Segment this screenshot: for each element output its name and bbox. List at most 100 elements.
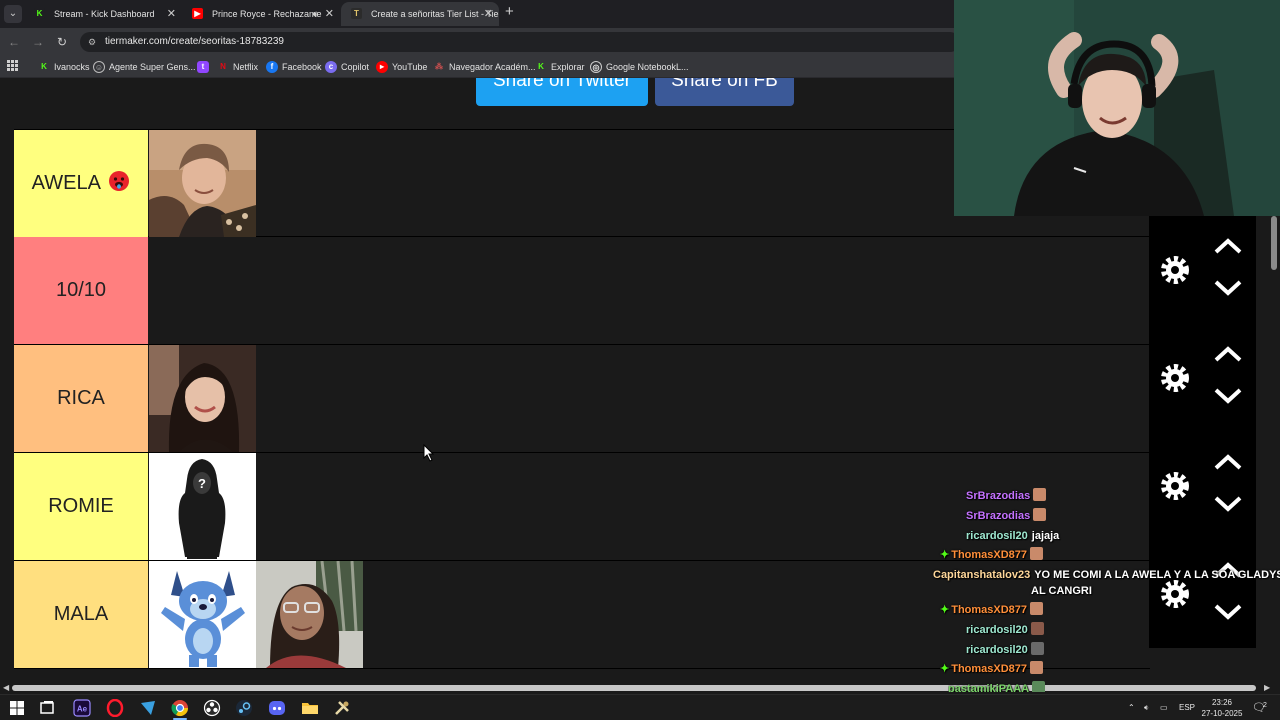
- tier-label-text: MALA: [53, 603, 109, 625]
- youtube-icon: ▸: [376, 61, 388, 73]
- bookmark-navegador[interactable]: ⁂ Navegador Académ...: [433, 60, 536, 74]
- opera-icon[interactable]: [106, 699, 124, 717]
- close-tab-icon[interactable]: ✕: [167, 2, 176, 26]
- chevron-down-icon[interactable]: [1213, 386, 1243, 406]
- tab-search-icon[interactable]: ⌄: [4, 5, 22, 23]
- chat-username: ricardosil20: [966, 624, 1028, 636]
- tier-label[interactable]: ROMIE: [14, 453, 148, 560]
- bookmark-label: Netflix: [233, 62, 259, 72]
- new-tab-icon[interactable]: +: [505, 3, 514, 20]
- tier-item-grandmother-photo[interactable]: [149, 130, 256, 237]
- bookmark-twitch[interactable]: t: [197, 60, 213, 74]
- sparkle-badge-icon: ✦: [940, 549, 950, 561]
- after-effects-icon[interactable]: Ae: [73, 699, 91, 717]
- share-fb-label: Share on FB: [671, 78, 778, 91]
- bookmark-agente[interactable]: ☺ Agente Super Gens...: [93, 60, 196, 74]
- tab-kick-dashboard[interactable]: K Stream - Kick Dashboard ✕: [24, 2, 182, 26]
- bookmark-explorar[interactable]: K Explorar: [535, 60, 584, 74]
- tier-item-bluey[interactable]: [149, 561, 256, 668]
- chevron-down-icon[interactable]: [1213, 278, 1243, 298]
- clock-time: 23:26: [1211, 698, 1233, 707]
- share-twitter-label: Share on Twitter: [492, 78, 631, 91]
- mouse-cursor-icon: [423, 444, 435, 462]
- tier-label[interactable]: 10/10: [14, 237, 148, 344]
- close-tab-icon[interactable]: ✕: [484, 2, 493, 26]
- tab-youtube-music[interactable]: ▶ Prince Royce - Rechazame 🔊︎ ✕: [182, 2, 340, 26]
- speaker-icon[interactable]: 🔊︎: [312, 2, 318, 26]
- notification-count: 2: [1263, 702, 1267, 709]
- chat-username: ThomasXD877: [951, 549, 1028, 561]
- chat-message: ricardosil20: [966, 641, 1044, 659]
- kick-icon: K: [41, 62, 47, 71]
- emote-icon: [1032, 681, 1046, 692]
- bookmark-label: Ivanocks: [54, 62, 90, 72]
- scroll-left-icon[interactable]: ◀: [3, 682, 9, 694]
- screen: ⌄ K Stream - Kick Dashboard ✕ ▶ Prince R…: [0, 0, 1280, 720]
- chat-username: ricardosil20: [966, 644, 1028, 656]
- app-icon[interactable]: [139, 699, 157, 717]
- tier-label[interactable]: MALA: [14, 561, 148, 668]
- steam-icon[interactable]: [235, 699, 253, 717]
- chat-message: ✦ ThomasXD877: [940, 660, 1044, 678]
- obs-icon[interactable]: [203, 699, 221, 717]
- url-input[interactable]: ⚙ tiermaker.com/create/seoritas-18783239: [80, 32, 960, 52]
- sparkle-badge-icon: ✦: [940, 663, 950, 675]
- reload-icon[interactable]: ↻: [54, 34, 70, 50]
- chevron-up-icon[interactable]: [1213, 236, 1243, 256]
- agent-icon: ☺: [93, 61, 105, 73]
- tier-item-hooded-figure[interactable]: ?: [149, 453, 256, 560]
- system-clock[interactable]: 23:26 27-10-2025: [1196, 697, 1248, 719]
- bookmark-ivanocks[interactable]: K Ivanocks: [38, 60, 90, 74]
- tool-icon[interactable]: [333, 699, 351, 717]
- scroll-thumb[interactable]: [1271, 216, 1277, 270]
- back-icon[interactable]: ←: [6, 34, 22, 50]
- file-explorer-icon[interactable]: [301, 699, 319, 717]
- thumbs-emote-icon: [1030, 661, 1044, 674]
- chrome-icon[interactable]: [171, 699, 189, 717]
- site-info-icon[interactable]: ⚙: [88, 36, 100, 48]
- discord-icon[interactable]: [268, 699, 286, 717]
- tier-controls-rica: [1149, 324, 1256, 432]
- gear-icon[interactable]: [1157, 252, 1193, 288]
- tiermaker-icon: T: [351, 8, 362, 19]
- tier-label[interactable]: AWELA: [14, 130, 148, 237]
- bookmark-notebooklm[interactable]: ◎ Google NotebookL...: [590, 60, 689, 74]
- language-indicator[interactable]: ESP: [1179, 695, 1195, 720]
- chat-message: ricardosil20: [966, 621, 1044, 639]
- chat-username: pastamikiPAAA: [948, 683, 1030, 692]
- tray-expand-icon[interactable]: ⌃: [1128, 695, 1135, 720]
- close-tab-icon[interactable]: ✕: [325, 2, 334, 26]
- bookmark-label: Facebook: [282, 62, 322, 72]
- share-twitter-button[interactable]: Share on Twitter: [476, 78, 648, 106]
- bookmark-label: Agente Super Gens...: [109, 62, 196, 72]
- chevron-up-icon[interactable]: [1213, 344, 1243, 364]
- windows-start-icon[interactable]: [8, 699, 26, 717]
- tab-tiermaker[interactable]: T Create a señoritas Tier List - Tie ✕: [341, 2, 499, 26]
- bookmark-copilot[interactable]: c Copilot: [325, 60, 369, 74]
- volume-icon[interactable]: 🔉︎: [1144, 695, 1149, 720]
- chat-text: YO ME COMI A LA AWELA Y A LA SOA GLADYS.…: [1034, 569, 1280, 581]
- thumbs-emote-icon: [1030, 602, 1044, 615]
- svg-text:?: ?: [198, 476, 206, 491]
- bookmark-youtube[interactable]: ▸ YouTube: [376, 60, 427, 74]
- tier-label[interactable]: RICA: [14, 345, 148, 452]
- chat-username: ThomasXD877: [951, 604, 1028, 616]
- forward-icon[interactable]: →: [30, 34, 46, 50]
- tier-item-woman-selfie[interactable]: [256, 561, 363, 668]
- emote-icon: [1030, 622, 1044, 635]
- tier-controls-10-10: [1149, 216, 1256, 324]
- gear-icon[interactable]: [1157, 360, 1193, 396]
- share-fb-button[interactable]: Share on FB: [655, 78, 794, 106]
- tier-item-woman-photo[interactable]: [149, 345, 256, 452]
- bookmark-facebook[interactable]: f Facebook: [266, 60, 322, 74]
- chat-message: ✦ ThomasXD877: [940, 601, 1044, 619]
- chevron-up-icon[interactable]: [1213, 452, 1243, 472]
- bookmark-netflix[interactable]: N Netflix: [217, 60, 258, 74]
- task-view-icon[interactable]: [38, 699, 56, 717]
- network-icon[interactable]: ▭: [1160, 695, 1168, 720]
- thumbs-emote-icon: [1033, 508, 1047, 521]
- twitch-icon: t: [197, 61, 209, 73]
- apps-grid-icon[interactable]: [7, 60, 19, 72]
- chat-text: jajaja: [1031, 530, 1060, 542]
- chat-text: AL CANGRI: [1031, 585, 1092, 597]
